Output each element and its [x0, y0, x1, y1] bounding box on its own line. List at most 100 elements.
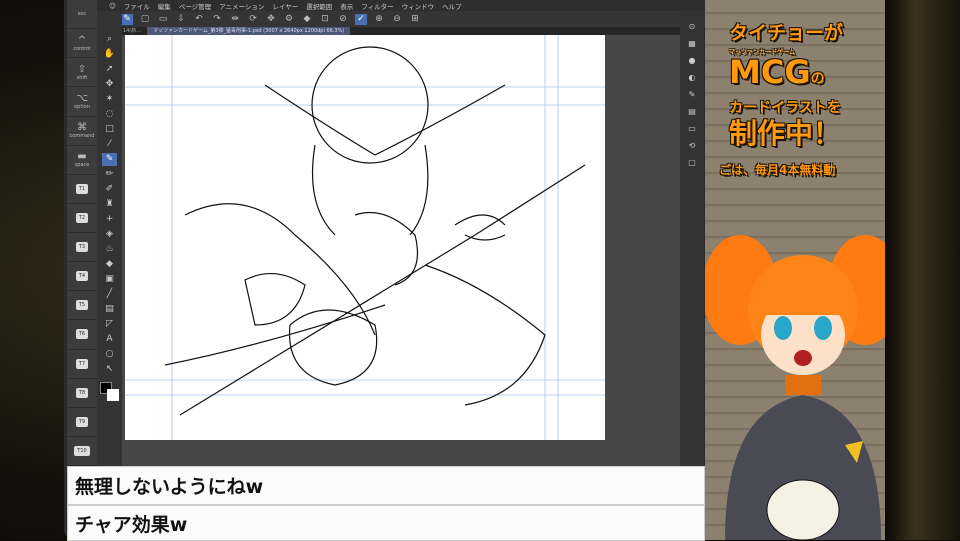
pen-icon[interactable]: ✓: [355, 13, 367, 25]
save-icon[interactable]: ⇩: [175, 14, 187, 25]
shortcut-key[interactable]: T10: [67, 437, 97, 466]
shortcut-key[interactable]: T4: [67, 262, 97, 292]
promo-line-5: ごは、毎月4本無料動: [719, 163, 836, 177]
magic-wand-icon[interactable]: ✶: [102, 93, 117, 106]
menu-bar: ☺ ファイル 編集 ページ管理 アニメーション レイヤー 選択範囲 表示 フィルター ウィンドウヘ…: [97, 0, 707, 11]
shortcut-key-label: T5: [75, 300, 89, 311]
shortcut-key[interactable]: T1: [67, 175, 97, 204]
shortcut-key[interactable]: esc: [67, 0, 97, 30]
shortcut-key[interactable]: T7: [67, 350, 97, 379]
pencil-tool-icon[interactable]: ✏: [102, 168, 117, 181]
key-glyph-icon: ⌥: [76, 92, 88, 104]
selection-icon[interactable]: □: [102, 123, 117, 136]
shortcut-key[interactable]: T5: [67, 291, 97, 321]
menu-item[interactable]: アニメーション: [219, 1, 264, 11]
canvas-area[interactable]: [122, 35, 680, 466]
shortcut-key[interactable]: ▬ space: [67, 146, 97, 175]
chat-message: チャア効果w: [67, 505, 705, 541]
shortcut-key[interactable]: ⇧ shift: [67, 58, 97, 88]
promo-line-4: 制作中！: [729, 117, 842, 150]
menu-item[interactable]: ページ管理: [179, 1, 211, 11]
history-icon[interactable]: ⟲: [686, 140, 698, 152]
zoom-tool-icon[interactable]: ⌕: [102, 33, 117, 46]
line-tool-icon[interactable]: ╱: [102, 288, 117, 301]
hand-tool-icon[interactable]: ✋: [102, 48, 117, 61]
shortcut-key[interactable]: ⌥ option: [67, 87, 97, 117]
info-icon[interactable]: ▢: [686, 157, 698, 169]
document-tabs: イラスト14(新... マッツァンカードゲーム_第3弾_猛毒刑事-1.psd (…: [97, 27, 707, 35]
menu-item[interactable]: ウィンドウ: [402, 1, 435, 11]
tab-active-document[interactable]: マッツァンカードゲーム_第3弾_猛毒刑事-1.psd (3007 x 2640p…: [146, 27, 351, 35]
shortcut-key[interactable]: T6: [67, 320, 97, 350]
eraser-icon[interactable]: ◈: [102, 228, 117, 241]
shortcut-key-label: T9: [75, 416, 89, 427]
blend-icon[interactable]: ♨: [102, 243, 117, 256]
navigator-icon[interactable]: ⊙: [686, 21, 698, 33]
pixel-character-avatar: [705, 235, 894, 540]
lasso-icon[interactable]: ◌: [102, 108, 117, 121]
pen-tool-icon[interactable]: ✎: [102, 153, 117, 166]
fill-tool-icon[interactable]: ◆: [102, 258, 117, 271]
key-glyph-icon: ▬: [77, 151, 87, 163]
balloon-icon[interactable]: ○: [102, 348, 117, 361]
frame-icon[interactable]: ▤: [102, 303, 117, 316]
clip-studio-window: esc ^ control ⇧ shift ⌥ option ⌘ command ▬ space T1…: [64, 0, 894, 540]
airbrush-icon[interactable]: ♜: [102, 198, 117, 211]
shortcut-key[interactable]: ^ control: [67, 29, 97, 59]
shortcut-key-label: T7: [75, 358, 89, 369]
property-icon[interactable]: ▭: [686, 123, 698, 135]
shortcut-key[interactable]: T8: [67, 379, 97, 408]
gradient-icon[interactable]: ▣: [102, 273, 117, 286]
color-wheel-icon[interactable]: ◐: [686, 72, 698, 84]
menu-item[interactable]: 表示: [340, 1, 353, 11]
menu-item[interactable]: ヘルプ: [442, 1, 462, 11]
eyedropper-icon[interactable]: ⁄: [102, 138, 117, 151]
subtool-icon[interactable]: ✎: [686, 89, 698, 101]
menu-item[interactable]: 編集: [158, 1, 171, 11]
shortcut-key[interactable]: T2: [67, 204, 97, 233]
shortcut-key[interactable]: ⌘ command: [67, 117, 97, 146]
brush-tool-icon[interactable]: ✐: [102, 183, 117, 196]
layer-edit-icon[interactable]: ✎: [121, 13, 133, 25]
command-bar: ≡ ✎ ▢ ▭ ⇩ ↶ ↷ ⇹ ⟳ ✥ ⚙ ◆ ⊡ ⊘ ✓ ⊕ ⊖ ⊞: [97, 11, 707, 27]
fit-icon[interactable]: ⊞: [409, 14, 421, 25]
ruler-icon[interactable]: ⊘: [337, 14, 349, 25]
drawing-canvas[interactable]: [125, 35, 605, 440]
ruler-tool-icon[interactable]: ◸: [102, 318, 117, 331]
promo-line-1: タイチョーが: [729, 22, 844, 44]
settings-icon[interactable]: ⚙: [283, 14, 295, 25]
right-side-icons: ⊙ ▦ ● ◐ ✎ ▤ ▭ ⟲ ▢: [680, 11, 704, 466]
zoom-out-icon[interactable]: ⊖: [391, 14, 403, 25]
menu-item[interactable]: レイヤー: [272, 1, 298, 11]
shortcut-key[interactable]: T3: [67, 233, 97, 263]
menu-item[interactable]: フィルター: [361, 1, 393, 11]
app-logo-icon[interactable]: ☺: [109, 2, 116, 10]
shortcut-key-label: space: [74, 162, 90, 169]
layer-icon[interactable]: ▦: [686, 38, 698, 50]
text-tool-icon[interactable]: A: [102, 333, 117, 346]
transform-icon[interactable]: ✥: [265, 14, 277, 25]
zoom-in-icon[interactable]: ⊕: [373, 14, 385, 25]
rotate-icon[interactable]: ⟳: [247, 14, 259, 25]
decoration-icon[interactable]: +: [102, 213, 117, 226]
brush-size-icon[interactable]: ●: [686, 55, 698, 67]
redo-icon[interactable]: ↷: [211, 14, 223, 25]
new-file-icon[interactable]: ▢: [139, 14, 151, 25]
object-tool-icon[interactable]: ➚: [102, 63, 117, 76]
fill-icon[interactable]: ◆: [301, 14, 313, 25]
material-icon[interactable]: ▤: [686, 106, 698, 118]
open-folder-icon[interactable]: ▭: [157, 14, 169, 25]
correct-line-icon[interactable]: ↖: [102, 363, 117, 376]
shortcut-key-label: T8: [75, 387, 89, 398]
shortcut-key-label: T2: [75, 212, 89, 223]
move-tool-icon[interactable]: ✥: [102, 78, 117, 91]
flip-icon[interactable]: ⇹: [229, 14, 241, 25]
shortcut-key-label: option: [74, 103, 90, 110]
color-swatch[interactable]: [99, 382, 120, 402]
key-glyph-icon: ^: [77, 34, 87, 46]
shortcut-key[interactable]: T9: [67, 408, 97, 437]
menu-item[interactable]: ファイル: [124, 1, 150, 11]
crop-icon[interactable]: ⊡: [319, 14, 331, 25]
undo-icon[interactable]: ↶: [193, 14, 205, 25]
menu-item[interactable]: 選択範囲: [306, 1, 332, 11]
